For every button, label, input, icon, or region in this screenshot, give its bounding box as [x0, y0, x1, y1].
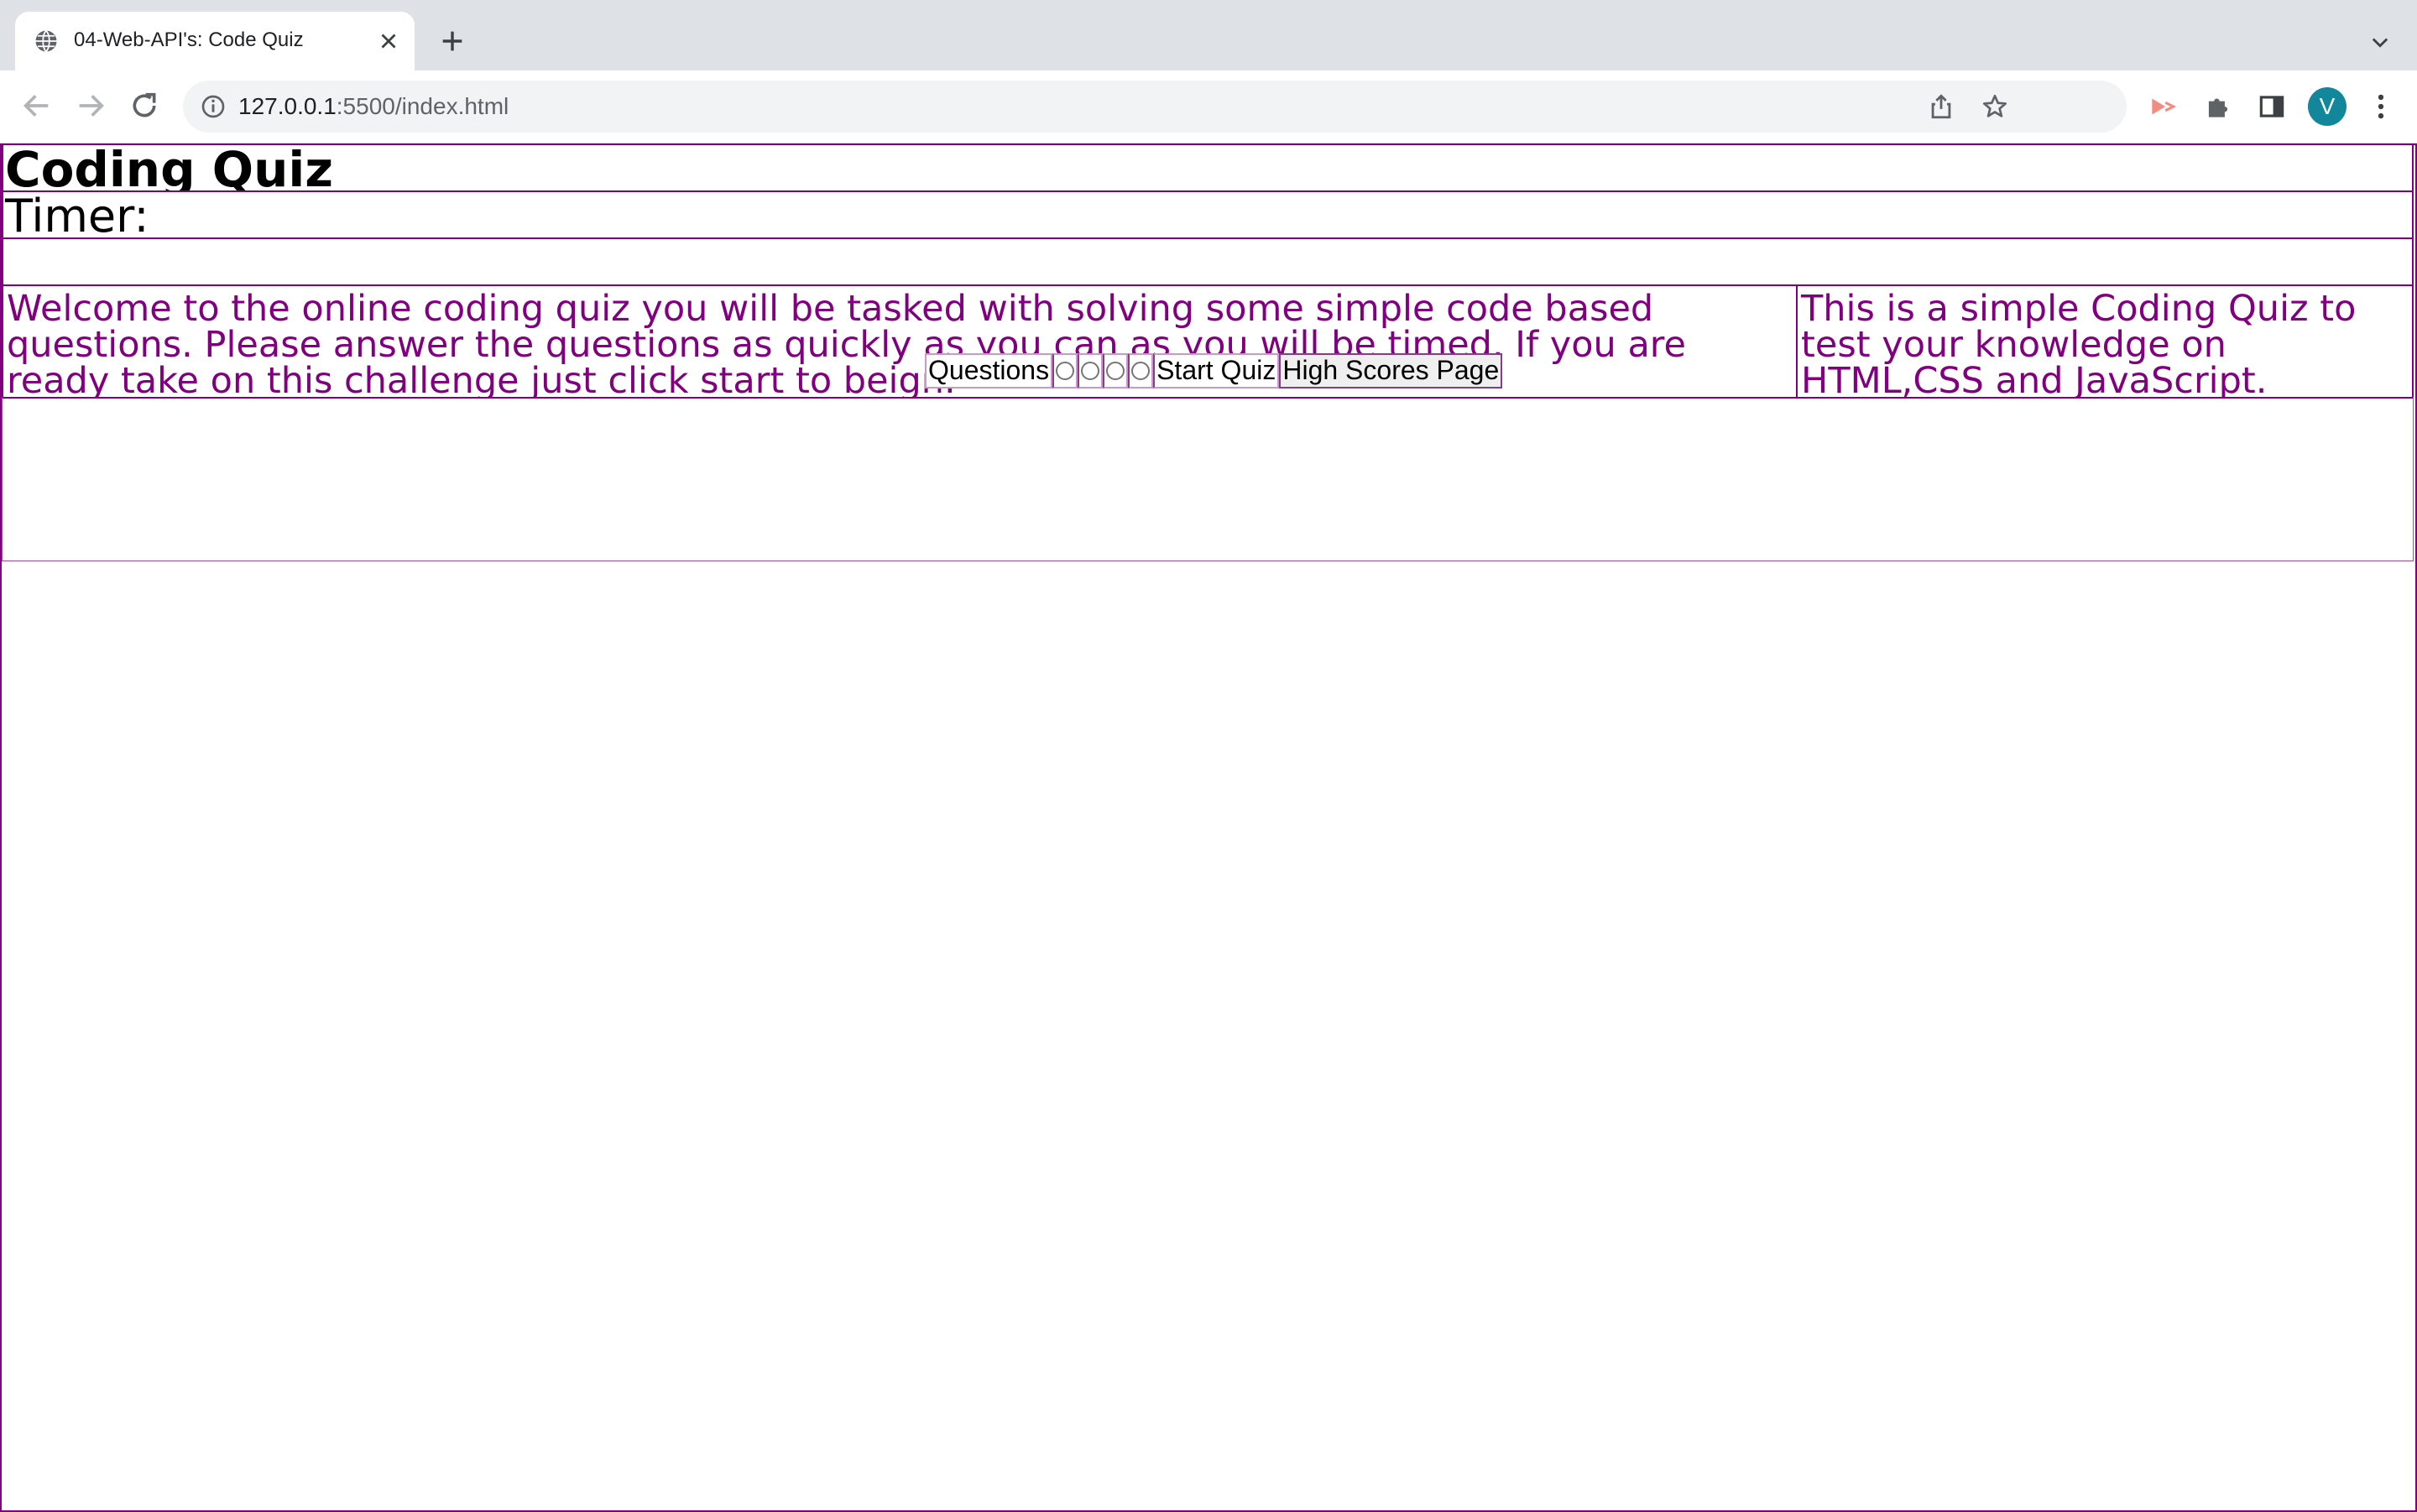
share-icon[interactable]: [1927, 92, 1955, 121]
url-text: 127.0.0.1:5500/index.html: [238, 91, 509, 123]
answer-option-2[interactable]: [1078, 353, 1104, 388]
star-icon[interactable]: [1981, 92, 2009, 121]
extension-icon[interactable]: [2147, 91, 2179, 123]
info-icon[interactable]: [200, 93, 227, 120]
start-quiz-button[interactable]: Start Quiz: [1153, 353, 1280, 388]
active-tab[interactable]: 04-Web-API's: Code Quiz: [15, 12, 415, 70]
side-panel-icon[interactable]: [2256, 91, 2288, 123]
tab-title: 04-Web-API's: Code Quiz: [74, 29, 304, 51]
radio-button[interactable]: [1056, 362, 1075, 380]
avatar[interactable]: V: [2308, 87, 2347, 126]
close-icon[interactable]: [376, 29, 401, 54]
kebab-menu-icon[interactable]: [2365, 91, 2397, 123]
welcome-text: Welcome to the online coding quiz you wi…: [2, 284, 1798, 399]
tab-strip: 04-Web-API's: Code Quiz: [0, 0, 2417, 70]
globe-icon: [35, 29, 57, 53]
forward-arrow-icon[interactable]: [74, 89, 107, 123]
plus-icon[interactable]: [438, 27, 467, 55]
answer-option-4[interactable]: [1128, 353, 1154, 388]
radio-button[interactable]: [1106, 362, 1125, 380]
answer-option-1[interactable]: [1052, 353, 1078, 388]
address-bar[interactable]: 127.0.0.1:5500/index.html: [183, 81, 2127, 133]
browser-toolbar: 127.0.0.1:5500/index.html V: [0, 70, 2417, 143]
url-host: 127.0.0.1: [238, 93, 337, 119]
radio-button[interactable]: [1131, 362, 1151, 380]
page-viewport: Coding Quiz Timer: Welcome to the online…: [0, 143, 2417, 1512]
high-scores-button[interactable]: High Scores Page: [1279, 353, 1503, 388]
back-arrow-icon[interactable]: [20, 89, 54, 123]
quiz-controls: Questions Start Quiz High Scores Page: [925, 353, 1503, 388]
radio-button[interactable]: [1081, 362, 1100, 380]
quiz-area: [2, 397, 2414, 561]
answer-option-3[interactable]: [1103, 353, 1129, 388]
page-title: Coding Quiz: [2, 143, 2414, 192]
puzzle-icon[interactable]: [2202, 91, 2234, 123]
reload-icon[interactable]: [128, 89, 161, 123]
chevron-down-icon[interactable]: [2368, 30, 2392, 54]
timer-label: Timer:: [2, 190, 2414, 239]
empty-row: [2, 237, 2414, 286]
about-text: This is a simple Coding Quiz to test you…: [1796, 284, 2414, 399]
questions-label: Questions: [925, 353, 1053, 388]
url-path: :5500/index.html: [336, 93, 509, 119]
